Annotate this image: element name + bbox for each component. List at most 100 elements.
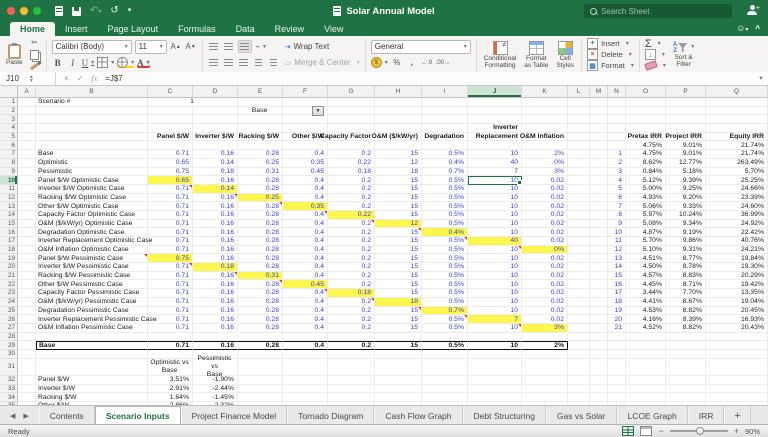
cell-P6[interactable]: 9.01% xyxy=(666,141,706,151)
cell-K20[interactable]: 0.02 xyxy=(522,263,568,272)
cell-A30[interactable] xyxy=(18,349,36,359)
cell-Q17[interactable]: 40.76% xyxy=(706,237,768,246)
cell-P2[interactable] xyxy=(666,106,706,116)
cell-C25[interactable]: 0.71 xyxy=(148,306,193,316)
col-header-I[interactable]: I xyxy=(422,86,468,98)
cut-icon[interactable]: ✂ xyxy=(29,38,41,48)
cell-F8[interactable]: 0.35 xyxy=(283,158,328,168)
cell-K5[interactable]: O&M Inflation xyxy=(520,132,568,142)
insert-function-icon[interactable]: fx xyxy=(91,74,97,83)
add-sheet-button[interactable]: + xyxy=(724,406,751,425)
cell-H26[interactable]: 15 xyxy=(375,315,422,324)
cell-B22[interactable]: Other $/W Pessimistic Case xyxy=(36,280,148,290)
cell-I32[interactable] xyxy=(422,376,468,385)
cell-A28[interactable] xyxy=(18,332,36,342)
decrease-indent-icon[interactable] xyxy=(253,57,265,68)
cell-B23[interactable]: Capacity Factor Pessimistic Case xyxy=(36,289,148,298)
cell-H10[interactable]: 15 xyxy=(375,176,422,185)
row-header-13[interactable]: 13 xyxy=(0,202,18,211)
cell-P11[interactable]: 9.25% xyxy=(666,184,706,194)
cell-I19[interactable]: 0.5% xyxy=(422,254,468,264)
cell-F25[interactable]: 0.4 xyxy=(283,306,328,316)
cell-L24[interactable] xyxy=(568,297,590,307)
cell-L26[interactable] xyxy=(568,315,590,324)
col-header-C[interactable]: C xyxy=(148,86,193,98)
zoom-slider[interactable] xyxy=(669,427,728,435)
cell-K24[interactable]: 0.02 xyxy=(522,297,568,307)
cell-G26[interactable]: 0.2 xyxy=(328,315,375,324)
cell-N22[interactable]: 16 xyxy=(608,280,626,290)
cell-B5[interactable] xyxy=(36,132,148,142)
cell-C9[interactable]: 0.75 xyxy=(148,167,193,177)
cell-J27[interactable]: 10 xyxy=(468,323,522,333)
cell-G18[interactable]: 0.2 xyxy=(328,245,375,255)
cell-D18[interactable]: 0.16 xyxy=(193,245,238,255)
cell-D34[interactable]: -1.45% xyxy=(193,393,238,403)
cell-O23[interactable]: 3.44% xyxy=(626,289,666,298)
cell-G31[interactable] xyxy=(328,358,375,377)
cell-N19[interactable]: 13 xyxy=(608,254,626,264)
cell-E9[interactable]: 0.31 xyxy=(238,167,283,177)
cell-A33[interactable] xyxy=(18,384,36,394)
cell-H34[interactable] xyxy=(375,393,422,403)
cell-B10[interactable]: Panel $/W Optimistic Case xyxy=(36,176,148,185)
cell-H3[interactable] xyxy=(375,115,422,125)
cell-F16[interactable]: 0.4 xyxy=(283,228,328,237)
cell-D28[interactable] xyxy=(193,332,238,342)
cell-D25[interactable]: 0.16 xyxy=(193,306,238,316)
cell-M5[interactable] xyxy=(590,132,608,142)
cell-C6[interactable] xyxy=(148,141,193,151)
cell-C26[interactable]: 0.71 xyxy=(148,315,193,324)
cell-L29[interactable] xyxy=(568,341,590,350)
cell-K16[interactable]: 0.02 xyxy=(522,228,568,237)
cell-G13[interactable]: 0.2 xyxy=(328,202,375,211)
cell-G28[interactable] xyxy=(328,332,375,342)
cell-I3[interactable] xyxy=(422,115,468,125)
cell-H9[interactable]: 18 xyxy=(375,167,422,177)
cell-O14[interactable]: 5.97% xyxy=(626,210,666,220)
cell-P23[interactable]: 7.70% xyxy=(666,289,706,298)
cell-L28[interactable] xyxy=(568,332,590,342)
cell-I20[interactable]: 0.5% xyxy=(422,263,468,272)
cell-L10[interactable] xyxy=(568,176,590,185)
cell-D8[interactable]: 0.14 xyxy=(193,158,238,168)
cell-O7[interactable]: 4.75% xyxy=(626,150,666,159)
cell-L9[interactable] xyxy=(568,167,590,177)
cell-E13[interactable]: 0.28 xyxy=(238,202,283,211)
cell-B19[interactable]: Panel $/W Pessimistic Case xyxy=(36,254,148,264)
cell-A20[interactable] xyxy=(18,263,36,272)
cell-J1[interactable] xyxy=(468,98,522,107)
cell-O4[interactable] xyxy=(626,124,666,133)
cell-J10[interactable]: 10 xyxy=(468,176,522,185)
cell-G10[interactable]: 0.2 xyxy=(328,176,375,185)
cell-O12[interactable]: 4.93% xyxy=(626,193,666,203)
bold-button[interactable]: B xyxy=(52,57,64,68)
cell-P29[interactable] xyxy=(666,341,706,350)
cell-O20[interactable]: 4.50% xyxy=(626,263,666,272)
cell-A11[interactable] xyxy=(18,184,36,194)
sheet-tab-tornado-diagram[interactable]: Tornado Diagram xyxy=(287,406,375,425)
cell-P24[interactable]: 8.67% xyxy=(666,297,706,307)
select-all-corner[interactable] xyxy=(0,86,18,98)
cell-O1[interactable] xyxy=(626,98,666,107)
cell-F22[interactable]: 0.45 xyxy=(283,280,328,290)
font-name-select[interactable]: Calibri (Body) ▾ xyxy=(51,39,132,54)
cell-A8[interactable] xyxy=(18,158,36,168)
row-header-6[interactable]: 6 xyxy=(0,141,18,151)
cancel-entry-icon[interactable]: × xyxy=(64,74,69,83)
cell-L23[interactable] xyxy=(568,289,590,298)
cell-A16[interactable] xyxy=(18,228,36,237)
cell-D14[interactable]: 0.16 xyxy=(193,210,238,220)
cell-B15[interactable]: O&M ($/kW/yr) Optimistic Case xyxy=(36,219,148,229)
cell-Q26[interactable]: 16.93% xyxy=(706,315,768,324)
cell-P14[interactable]: 10.24% xyxy=(666,210,706,220)
cell-F2[interactable]: ▼ xyxy=(283,105,328,116)
col-header-L[interactable]: L xyxy=(568,86,590,98)
cell-B17[interactable]: Inverter Replacement Optimistic Case xyxy=(36,237,152,246)
cell-N13[interactable]: 7 xyxy=(608,202,626,211)
cell-P27[interactable]: 8.82% xyxy=(666,323,706,333)
cell-G24[interactable]: 0.2 xyxy=(328,297,375,307)
formula-text[interactable]: =J$7 xyxy=(105,74,123,83)
decrease-font-icon[interactable]: A ▼ xyxy=(185,41,197,52)
cell-L2[interactable] xyxy=(568,106,590,116)
